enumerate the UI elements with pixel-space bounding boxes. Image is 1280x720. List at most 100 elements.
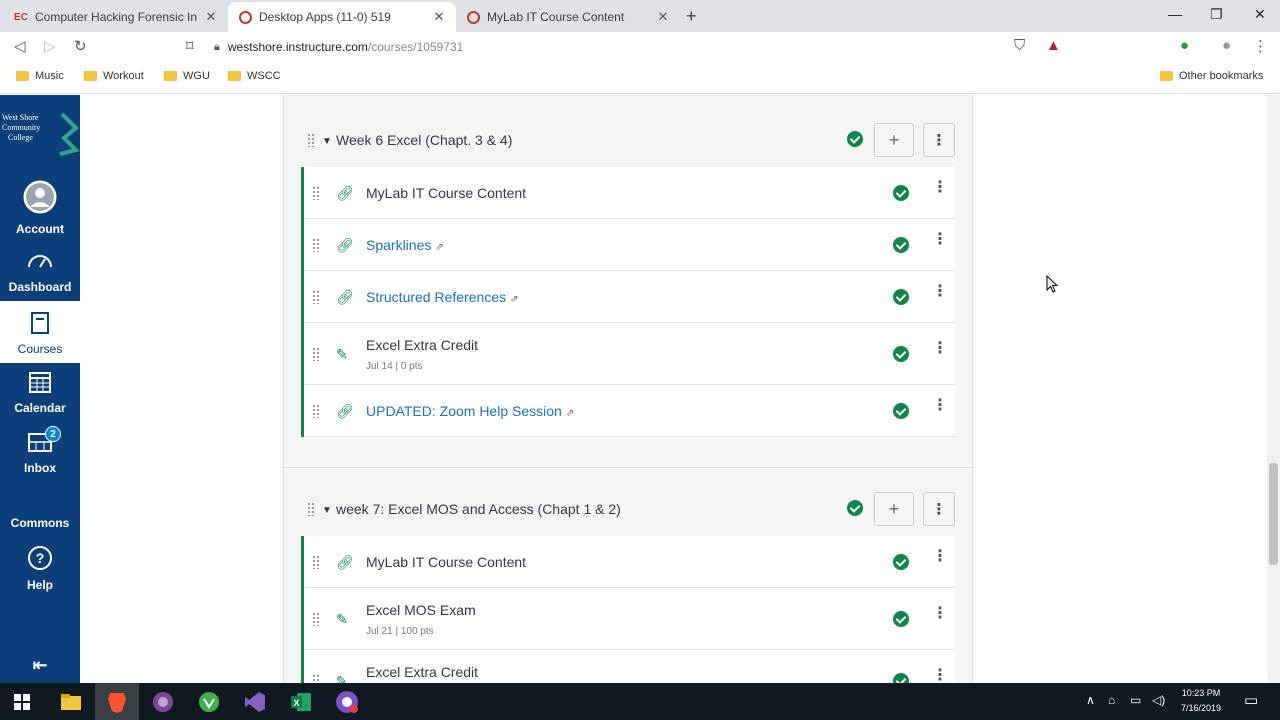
tor-browser-icon[interactable]	[150, 689, 176, 715]
visual-studio-icon[interactable]	[242, 689, 268, 715]
forward-icon[interactable]: ▷	[44, 37, 56, 55]
nav-commons[interactable]: Commons	[0, 516, 80, 530]
bookmark-folder[interactable]: Workout	[84, 70, 144, 82]
item-options-icon[interactable]: ⋮	[932, 668, 948, 684]
published-icon[interactable]	[893, 185, 909, 201]
item-options-icon[interactable]: ⋮	[932, 232, 948, 248]
page-scrollbar[interactable]	[1267, 95, 1280, 683]
module-item[interactable]: ✎ Excel Extra Credit ⋮	[304, 650, 955, 683]
item-link[interactable]: UPDATED: Zoom Help Session	[366, 403, 562, 419]
item-title[interactable]: UPDATED: Zoom Help Session ⇗	[366, 403, 574, 419]
bookmark-folder[interactable]: Music	[16, 70, 64, 82]
published-icon[interactable]	[893, 611, 909, 627]
add-item-button[interactable]: +	[874, 492, 914, 526]
address-bar[interactable]: 🔒︎ westshore.instructure.com/courses/105…	[214, 35, 1006, 59]
brave-browser-icon[interactable]	[104, 689, 130, 715]
college-logo[interactable]: West Shore Community College	[0, 108, 80, 156]
item-options-icon[interactable]: ⋮	[932, 341, 948, 357]
collapse-nav-button[interactable]: ⇤	[0, 655, 80, 676]
close-tab-icon[interactable]: ✕	[432, 9, 446, 25]
scrollbar-thumb[interactable]	[1269, 463, 1278, 565]
drag-handle-icon[interactable]	[312, 238, 320, 252]
bookmark-folder[interactable]: WSCC	[228, 70, 281, 82]
nav-dashboard[interactable]: Dashboard	[0, 249, 80, 294]
extension-icon[interactable]: ●	[1180, 37, 1189, 54]
module-options-button[interactable]: ⋮	[923, 492, 955, 526]
minimize-icon[interactable]: —	[1168, 6, 1182, 22]
close-tab-icon[interactable]: ✕	[204, 9, 218, 25]
browser-tab-1[interactable]: EC Computer Hacking Forensic Inve... ✕	[4, 2, 228, 32]
item-options-icon[interactable]: ⋮	[932, 398, 948, 414]
module-item[interactable]: 🔗︎ Structured References ⇗ ⋮	[304, 271, 955, 323]
module-item[interactable]: 🔗︎ Sparklines ⇗ ⋮	[304, 219, 955, 271]
system-clock[interactable]: 10:23 PM 7/16/2019	[1172, 686, 1230, 716]
module-header[interactable]: ▼ Week 6 Excel (Chapt. 3 & 4) + ⋮	[284, 112, 972, 168]
drag-handle-icon[interactable]	[312, 612, 320, 626]
vpn-app-icon[interactable]	[196, 689, 222, 715]
module-item[interactable]: 🔗︎ MyLab IT Course Content ⋮	[304, 167, 955, 219]
item-title[interactable]: MyLab IT Course Content	[366, 185, 526, 201]
nav-account[interactable]: Account	[0, 179, 80, 236]
item-options-icon[interactable]: ⋮	[932, 606, 948, 622]
item-link[interactable]: Sparklines	[366, 237, 431, 253]
item-title[interactable]: MyLab IT Course Content	[366, 554, 526, 570]
collapse-caret-icon[interactable]: ▼	[322, 136, 332, 147]
menu-icon[interactable]: ⋮	[1253, 37, 1268, 55]
drag-handle-icon[interactable]	[312, 404, 320, 418]
brave-shield-icon[interactable]: ⛉	[1014, 37, 1025, 54]
drag-handle-icon[interactable]	[312, 186, 320, 200]
module-item[interactable]: 🔗︎ UPDATED: Zoom Help Session ⇗ ⋮	[304, 385, 955, 437]
back-icon[interactable]: ◁	[14, 37, 26, 55]
module-options-button[interactable]: ⋮	[923, 123, 955, 157]
browser-tab-3[interactable]: MyLab IT Course Content ✕	[456, 2, 680, 32]
rewards-icon[interactable]: ▲	[1046, 37, 1061, 54]
tray-chevron-icon[interactable]: ∧	[1086, 693, 1095, 707]
new-tab-icon[interactable]: +	[686, 6, 697, 27]
drag-handle-icon[interactable]	[307, 133, 315, 147]
item-options-icon[interactable]: ⋮	[932, 180, 948, 196]
item-title[interactable]: Sparklines ⇗	[366, 237, 444, 253]
published-icon[interactable]	[847, 500, 863, 516]
drag-handle-icon[interactable]	[307, 502, 315, 516]
item-link[interactable]: Structured References	[366, 289, 506, 305]
item-title[interactable]: Excel Extra Credit	[366, 337, 478, 353]
nav-courses[interactable]: Courses	[0, 301, 80, 363]
keyboard-icon[interactable]: ▭	[1130, 693, 1141, 707]
close-window-icon[interactable]: ✕	[1254, 6, 1266, 23]
browser-tab-2[interactable]: Desktop Apps (11-0) 519 ✕	[228, 2, 456, 32]
published-icon[interactable]	[893, 346, 909, 362]
module-item[interactable]: 🔗︎ MyLab IT Course Content ⋮	[304, 536, 955, 588]
published-icon[interactable]	[893, 403, 909, 419]
other-bookmarks[interactable]: Other bookmarks	[1160, 70, 1263, 82]
published-icon[interactable]	[847, 131, 863, 147]
volume-icon[interactable]: ◁)	[1152, 693, 1165, 707]
drag-handle-icon[interactable]	[312, 347, 320, 361]
item-title[interactable]: Excel MOS Exam	[366, 602, 476, 618]
item-options-icon[interactable]: ⋮	[932, 284, 948, 300]
published-icon[interactable]	[893, 673, 909, 683]
published-icon[interactable]	[893, 554, 909, 570]
module-item[interactable]: ✎ Excel MOS Exam Jul 21 | 100 pts ⋮	[304, 588, 955, 650]
add-item-button[interactable]: +	[874, 123, 914, 157]
item-options-icon[interactable]: ⋮	[932, 549, 948, 565]
excel-icon[interactable]: X	[288, 689, 314, 715]
item-title[interactable]: Excel Extra Credit	[366, 664, 478, 680]
bookmark-icon[interactable]: ⌑	[186, 37, 194, 55]
collapse-caret-icon[interactable]: ▼	[322, 505, 332, 516]
nav-help[interactable]: ? Help	[0, 545, 80, 592]
close-tab-icon[interactable]: ✕	[656, 9, 670, 25]
module-item[interactable]: ✎ Excel Extra Credit Jul 14 | 0 pts ⋮	[304, 323, 955, 385]
published-icon[interactable]	[893, 237, 909, 253]
item-title[interactable]: Structured References ⇗	[366, 289, 518, 305]
drag-handle-icon[interactable]	[312, 555, 320, 569]
windows-start-icon[interactable]	[9, 689, 35, 715]
drag-handle-icon[interactable]	[312, 674, 320, 683]
nav-inbox[interactable]: 2 Inbox	[0, 426, 80, 475]
file-explorer-icon[interactable]	[58, 689, 84, 715]
nav-calendar[interactable]: Calendar	[0, 370, 80, 415]
module-header[interactable]: ▼ week 7: Excel MOS and Access (Chapt 1 …	[284, 481, 972, 537]
drag-handle-icon[interactable]	[312, 290, 320, 304]
profile-icon[interactable]: ●	[1222, 37, 1231, 54]
screen-recorder-icon[interactable]	[334, 689, 360, 715]
network-icon[interactable]: ⌂	[1108, 693, 1115, 707]
